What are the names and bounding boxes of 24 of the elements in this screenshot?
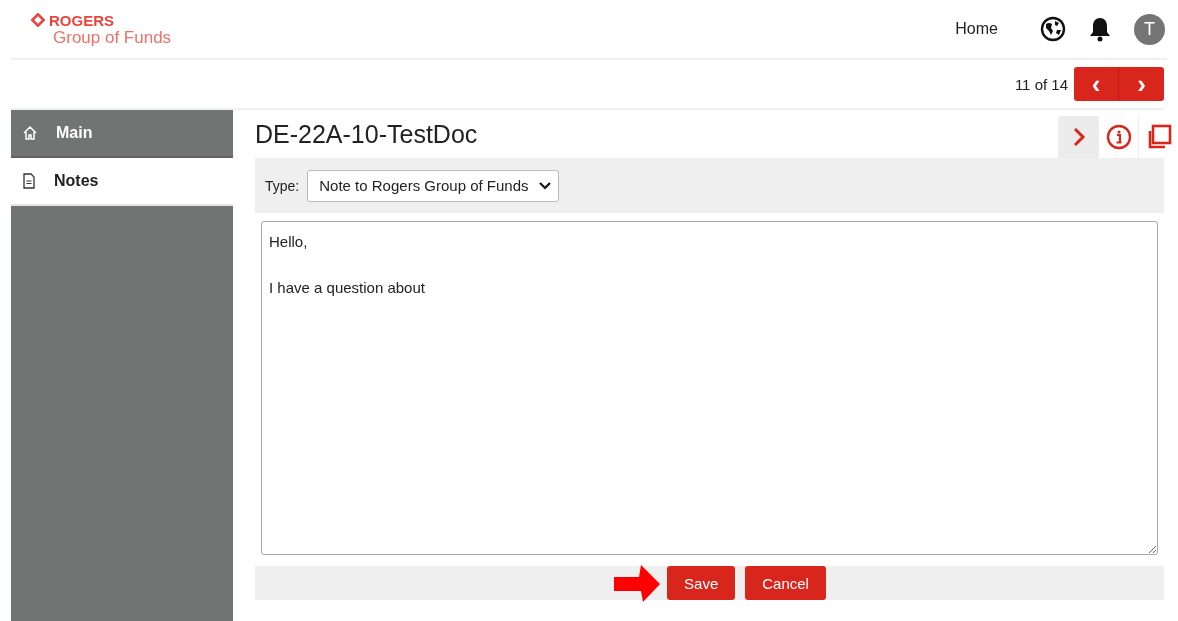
document-icon [22,173,36,189]
expand-button[interactable] [1058,116,1098,158]
cancel-button[interactable]: Cancel [745,566,826,600]
type-label: Type: [265,177,300,194]
record-counter: 11 of 14 [1014,75,1068,93]
brand-name: ROGERS [49,11,114,29]
document-title: DE-22A-10-TestDoc [255,120,478,150]
sidebar-item[interactable]: Notes [11,158,233,206]
home-link[interactable]: Home [955,20,998,38]
home-icon [22,125,38,141]
arrow-icon [613,563,662,603]
brand-subtitle: Group of Funds [52,28,172,47]
info-icon [1105,124,1132,150]
save-button[interactable]: Save [667,566,736,600]
note-textarea[interactable]: Hello, I have a question about [261,221,1158,555]
chevron-icon [1071,126,1086,148]
bell-icon[interactable] [1088,16,1112,42]
user-avatar[interactable]: T [1134,13,1165,45]
caret-icon [538,181,551,190]
type-select[interactable]: Note to Rogers Group of Funds [307,169,559,202]
previous-button[interactable]: ‹ [1074,67,1119,101]
next-button[interactable]: › [1119,67,1164,101]
globe-icon[interactable] [1040,16,1066,42]
logo-icon [31,13,45,27]
